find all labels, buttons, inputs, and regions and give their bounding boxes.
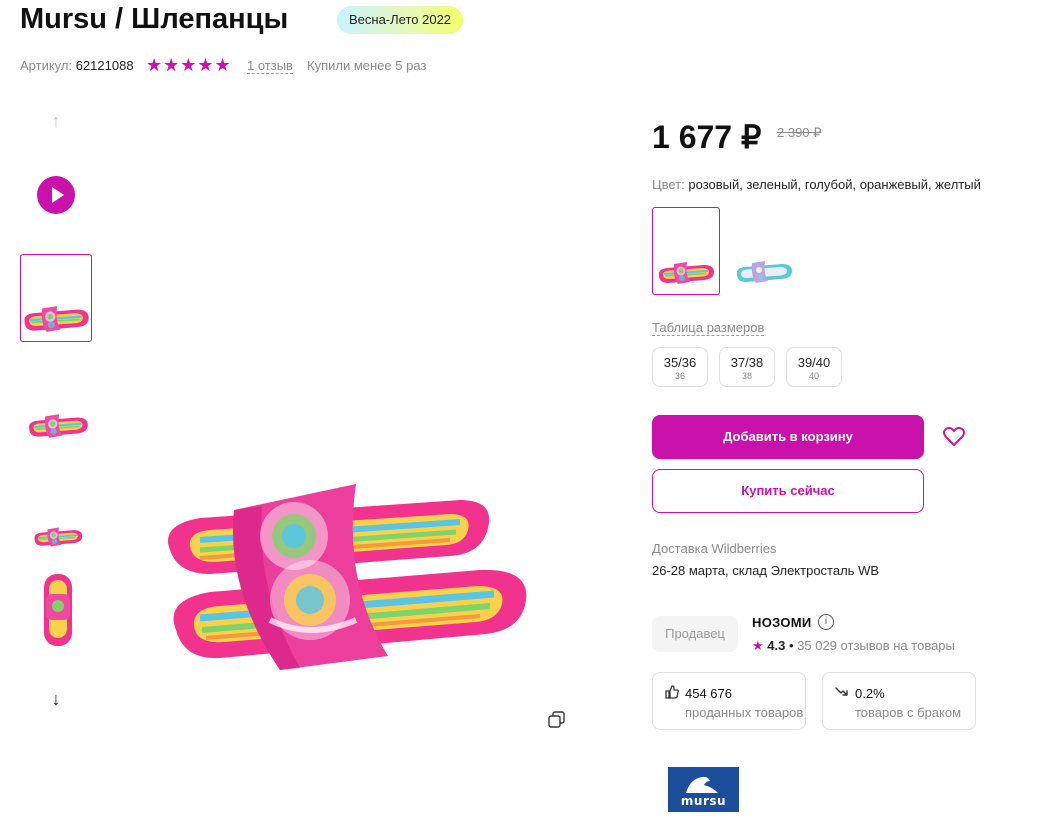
brand-logo-text: mursu	[680, 794, 727, 808]
delivery-value: 26-28 марта, склад Электросталь WB	[652, 563, 880, 578]
buy-now-button[interactable]: Купить сейчас	[652, 469, 924, 513]
sold-count-value: 454 676	[685, 686, 732, 701]
video-play-icon[interactable]	[37, 176, 75, 214]
reviews-link[interactable]: 1 отзыв	[247, 58, 293, 74]
current-price: 1 677 ₽	[652, 119, 762, 155]
thumbs-up-icon	[665, 685, 679, 699]
slipper-swatch-image	[656, 256, 716, 290]
size-ru: 38	[741, 371, 752, 381]
gallery-down-arrow-icon[interactable]: ↓	[47, 689, 65, 710]
size-option[interactable]: 37/38 38	[719, 347, 775, 387]
size-label: 35/36	[663, 355, 697, 370]
size-label: 39/40	[797, 355, 831, 370]
article-value: 62121088	[75, 58, 134, 73]
seller-rating: ★ 4.3 • 35 029 отзывов на товары	[752, 638, 955, 654]
defect-rate-value: 0.2%	[855, 686, 885, 701]
season-badge: Весна-Лето 2022	[337, 6, 464, 34]
slipper-thumb-image	[26, 410, 90, 442]
article-label: Артикул:	[20, 58, 73, 73]
rating-stars-icon: ★★★★★	[146, 55, 232, 75]
size-table-link[interactable]: Таблица размеров	[652, 320, 765, 336]
size-option[interactable]: 39/40 40	[786, 347, 842, 387]
separator-dot: •	[788, 638, 794, 653]
star-icon: ★	[752, 638, 764, 653]
color-swatch-blue[interactable]	[730, 207, 798, 295]
add-to-cart-button[interactable]: Добавить в корзину	[652, 415, 924, 459]
size-ru: 36	[674, 371, 685, 381]
gallery-thumb-1[interactable]	[20, 254, 92, 342]
slipper-swatch-image	[734, 255, 794, 289]
defect-rate-label: товаров с браком	[855, 705, 962, 720]
gallery-up-arrow-icon[interactable]: ↑	[47, 111, 65, 132]
main-product-image[interactable]	[160, 470, 540, 700]
gallery-thumb-4[interactable]	[20, 568, 92, 656]
seller-reviews[interactable]: 35 029 отзывов на товары	[797, 638, 955, 653]
size-option[interactable]: 35/36 36	[652, 347, 708, 387]
slipper-thumb-image	[26, 524, 90, 550]
color-info: Цвет: розовый, зеленый, голубой, оранжев…	[652, 177, 981, 192]
delivery-label: Доставка Wildberries	[652, 541, 777, 556]
slipper-thumb-image	[21, 299, 91, 339]
seller-chip: Продавец	[652, 616, 738, 652]
color-value: розовый, зеленый, голубой, оранжевый, же…	[688, 177, 981, 192]
seller-name[interactable]: НОЗОМИ	[752, 615, 812, 630]
article-block: Артикул: 62121088	[20, 58, 134, 73]
slipper-top-view-image	[44, 574, 72, 646]
sold-count-label: проданных товаров	[685, 705, 804, 720]
color-label: Цвет:	[652, 177, 685, 192]
gallery-thumb-2[interactable]	[20, 382, 92, 470]
defect-rate-card: 0.2% товаров с браком	[822, 672, 976, 730]
trend-down-icon	[835, 687, 848, 696]
size-ru: 40	[808, 371, 819, 381]
sold-count-card: 454 676 проданных товаров	[652, 672, 806, 730]
info-icon[interactable]: i	[818, 614, 834, 630]
expand-image-icon[interactable]	[548, 711, 566, 729]
size-label: 37/38	[730, 355, 764, 370]
color-swatch-pink[interactable]	[652, 207, 720, 295]
product-title: Mursu / Шлепанцы	[20, 3, 289, 35]
bought-count: Купили менее 5 раз	[307, 58, 427, 73]
seller-rating-value: 4.3	[767, 638, 786, 653]
brand-logo[interactable]: mursu	[668, 767, 739, 812]
favorite-heart-icon[interactable]	[942, 425, 966, 449]
old-price: 2 390 ₽	[777, 125, 822, 140]
